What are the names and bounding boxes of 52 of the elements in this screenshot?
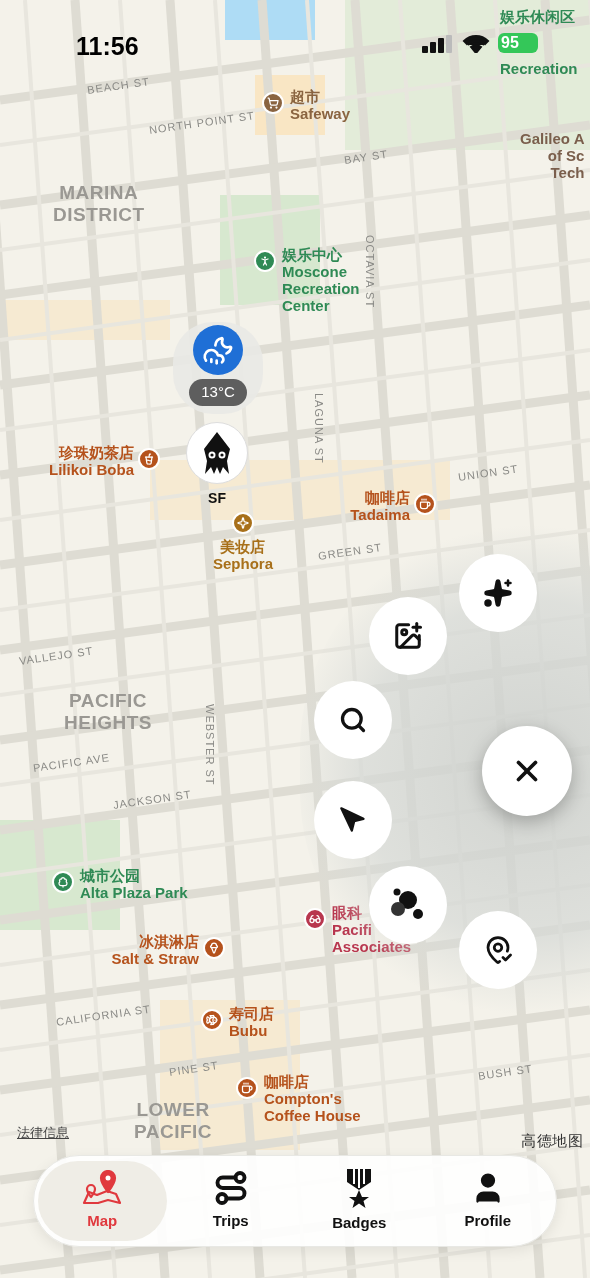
add-photo-icon [393, 621, 423, 651]
street-label: PINE ST [168, 1058, 220, 1080]
street-label: UNION ST [457, 461, 520, 485]
search-icon [339, 706, 367, 734]
squid-avatar-icon [202, 431, 232, 475]
district-label: MARINA DISTRICT [53, 182, 145, 226]
place-label: 城市公园 Alta Plaza Park [80, 867, 188, 901]
place-label: 眼科 Pacifi Associates [332, 904, 412, 955]
street-label: PACIFIC AVE [32, 750, 111, 776]
street-label: OCTAVIA ST [363, 235, 377, 309]
street-label: BAY ST [343, 146, 389, 168]
street-label: NORTH POINT ST [148, 108, 256, 138]
place-label: of Sc [547, 147, 585, 164]
signal-icon [422, 35, 452, 53]
district-label: PACIFIC HEIGHTS [64, 690, 152, 734]
bubbles-icon [391, 888, 425, 922]
tab[interactable]: Profile [423, 1161, 552, 1241]
place-label: Tech [550, 164, 585, 181]
tab[interactable]: Map [38, 1161, 167, 1241]
tab[interactable]: Badges [295, 1161, 424, 1241]
sparkles-icon [483, 578, 513, 608]
place-label: 冰淇淋店 Salt & Straw [111, 933, 199, 967]
place-label: 超市 Safeway [290, 88, 351, 122]
place-label: 娱乐休闲区 [500, 8, 575, 25]
street-label: LAGUNA ST [312, 393, 326, 464]
street-label: BUSH ST [477, 1061, 534, 1084]
avatar-label: SF [208, 489, 226, 508]
wifi-icon [462, 33, 490, 53]
street-label: GREEN ST [317, 540, 383, 564]
place-label: 珍珠奶茶店 Lilikoi Boba [49, 444, 134, 478]
street-label: JACKSON ST [112, 786, 193, 813]
legal-link[interactable]: 法律信息 [17, 1123, 69, 1143]
battery-indicator: 95 [498, 33, 538, 53]
district-label: LOWER PACIFIC [134, 1099, 213, 1143]
place-label: 美妆店 Sephora [213, 538, 273, 572]
place-label: 咖啡店 Compton's Coffee House [264, 1073, 361, 1124]
place-label: 咖啡店 Tadaima [350, 489, 410, 523]
weather-icon [193, 325, 243, 375]
map-provider-logo: 高德地图 [521, 1131, 583, 1151]
clock: 11:56 [76, 31, 139, 62]
map-pins-icon [81, 1169, 124, 1206]
place-label: 寿司店 Bubu [229, 1005, 274, 1039]
street-label: CALIFORNIA ST [55, 1001, 152, 1030]
tab[interactable]: Trips [166, 1161, 295, 1241]
place-label: Recreation [500, 60, 578, 77]
temperature-label: 13°C [189, 379, 247, 406]
street-label: VALLEJO ST [18, 643, 95, 669]
navigation-arrow-icon [339, 806, 367, 834]
place-label: Galileo A [520, 130, 585, 147]
place-label: 娱乐中心 Moscone Recreation Center [282, 246, 360, 314]
street-label: WEBSTER ST [203, 704, 217, 786]
street-label: BEACH ST [86, 74, 151, 98]
